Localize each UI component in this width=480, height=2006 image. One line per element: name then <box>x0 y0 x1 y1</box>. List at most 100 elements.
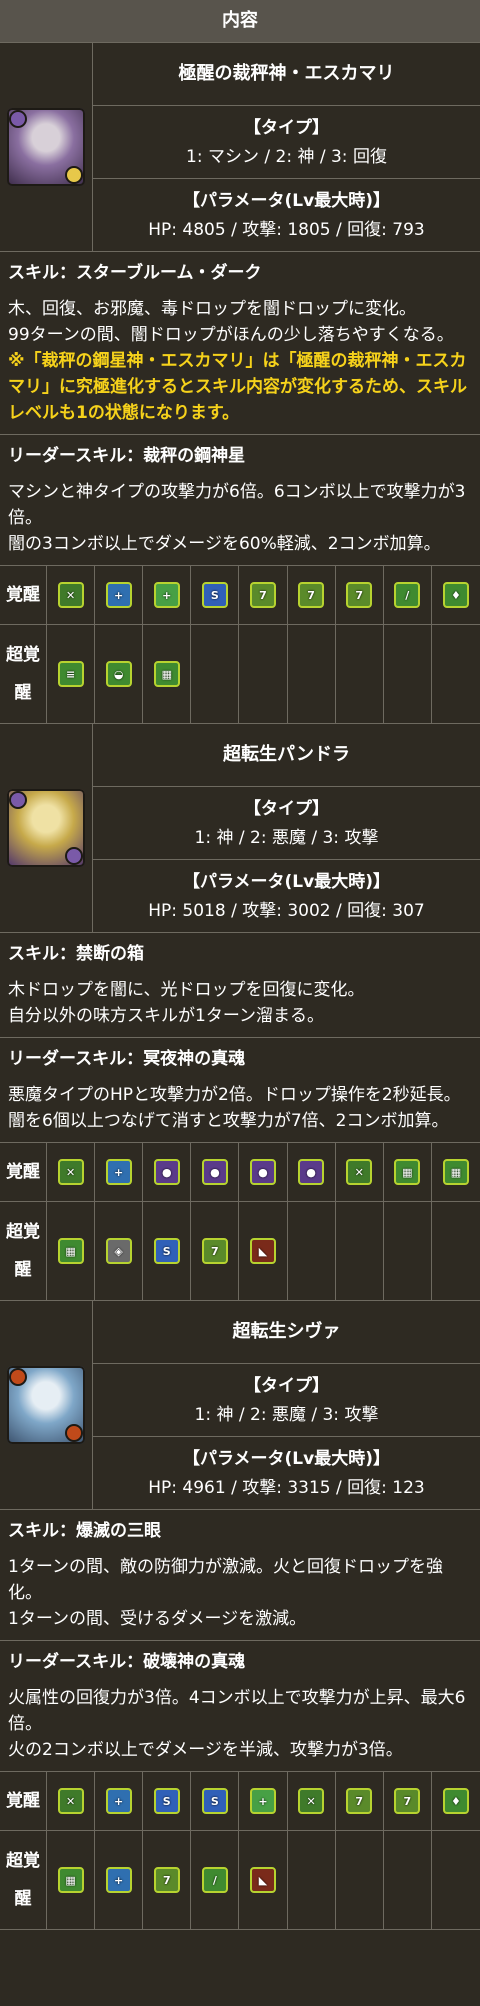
wand-glyph: / <box>212 1873 217 1887</box>
dark-row-icon[interactable]: ● <box>153 1159 180 1185</box>
awakening-slot: 7 <box>336 566 384 624</box>
cross-swords-icon[interactable]: ✕ <box>57 582 84 608</box>
scroll-glyph: ≡ <box>65 667 76 681</box>
dark-row-glyph: ● <box>258 1165 268 1179</box>
awakening-slot: S <box>191 566 240 624</box>
bind-resist-icon[interactable]: S <box>153 1788 180 1814</box>
jammer-grid-icon[interactable]: ▦ <box>394 1159 421 1185</box>
cross-swords-icon[interactable]: ✕ <box>298 1788 325 1814</box>
skill-text: 1ターンの間、受けるダメージを激減。 <box>8 1609 307 1629</box>
dark-row-icon[interactable]: ● <box>201 1159 228 1185</box>
dark-block-icon[interactable]: ◣ <box>249 1238 276 1264</box>
leader-skill-text: 火の2コンボ以上でダメージを半減、攻撃力が3倍。 <box>8 1740 403 1760</box>
dark-block-icon[interactable]: ◣ <box>249 1867 276 1893</box>
jammer-grid-icon[interactable]: ▦ <box>442 1159 469 1185</box>
awakening-slot: 7 <box>191 1202 240 1300</box>
super-awakening-row: 超覚醒 ▦ +7 / ◣ <box>0 1831 480 1930</box>
bind-resist-icon[interactable]: S <box>153 1238 180 1264</box>
jammer-grid-icon[interactable]: ▦ <box>153 661 180 687</box>
wand-icon[interactable]: / <box>201 1867 228 1893</box>
shield-icon[interactable]: ◈ <box>105 1238 132 1264</box>
seven-combo-icon[interactable]: 7 <box>394 1788 421 1814</box>
empty-slot <box>336 625 384 723</box>
attribute-badge-icon <box>9 1368 27 1386</box>
awakening-slot: ▦ <box>384 1143 432 1201</box>
awakening-slot: 7 <box>336 1772 384 1830</box>
character-portrait[interactable] <box>7 1366 85 1444</box>
character-portrait[interactable] <box>7 789 85 867</box>
plus-drop-icon[interactable]: + <box>105 1788 132 1814</box>
cross-swords-glyph: ✕ <box>354 1165 364 1179</box>
awakening-slot: ✕ <box>47 566 96 624</box>
awakening-slot: ◣ <box>239 1202 288 1300</box>
character-portrait[interactable] <box>7 108 85 186</box>
dark-row-icon[interactable]: ● <box>298 1159 325 1185</box>
type-label: 【タイプ】 <box>244 1376 329 1396</box>
awakening-slot: + <box>95 566 144 624</box>
cross-swords-icon[interactable]: ✕ <box>346 1159 373 1185</box>
awakening-slot: ✕ <box>288 1772 336 1830</box>
awakening-slot: ♦ <box>432 1772 480 1830</box>
drop-enhance-icon[interactable]: + <box>249 1788 276 1814</box>
seven-combo-icon[interactable]: 7 <box>298 582 325 608</box>
sub-attribute-badge-icon <box>65 166 83 184</box>
scroll-icon[interactable]: ≡ <box>57 661 84 687</box>
seven-combo-glyph: 7 <box>162 1873 171 1887</box>
seven-combo-icon[interactable]: 7 <box>346 1788 373 1814</box>
jammer-grid-icon[interactable]: ▦ <box>57 1238 84 1264</box>
awakening-slot: ✕ <box>336 1143 384 1201</box>
param-row: 【パラメータ(Lv最大時)】 HP: 4961 / 攻撃: 3315 / 回復: … <box>93 1437 480 1509</box>
seven-combo-icon[interactable]: 7 <box>201 1238 228 1264</box>
empty-slot <box>384 1202 432 1300</box>
gem-wand-icon[interactable]: ♦ <box>442 1788 469 1814</box>
param-row: 【パラメータ(Lv最大時)】 HP: 4805 / 攻撃: 1805 / 回復: … <box>93 179 480 251</box>
cross-swords-icon[interactable]: ✕ <box>57 1788 84 1814</box>
dark-row-icon[interactable]: ● <box>249 1159 276 1185</box>
super-awakening-label-line2: 醒 <box>14 683 32 703</box>
portrait-cell <box>0 1301 93 1509</box>
bind-resist-glyph: S <box>210 1794 219 1808</box>
seven-combo-icon[interactable]: 7 <box>249 582 276 608</box>
awakening-icons: ✕ + + S 7 7 7 / ♦ <box>47 566 480 624</box>
bind-resist-glyph: S <box>162 1794 171 1808</box>
leader-skill-section: リーダースキル：冥夜神の真魂 悪魔タイプのHPと攻撃力が2倍。ドロップ操作を2秒延… <box>0 1038 480 1143</box>
type-value: 1: マシン / 2: 神 / 3: 回復 <box>186 147 387 167</box>
empty-slot <box>432 1831 480 1929</box>
bowl-icon[interactable]: ◒ <box>105 661 132 687</box>
super-awakening-label: 超覚醒 <box>0 625 47 723</box>
content-table: 内容 極醒の裁秤神・エスカマリ 【タイプ】 1: マシン / 2: 神 / 3: 回… <box>0 0 480 1930</box>
awakening-slot: S <box>143 1202 192 1300</box>
seven-combo-icon[interactable]: 7 <box>153 1867 180 1893</box>
skill-title: スキル：スターブルーム・ダーク <box>8 263 262 283</box>
jammer-grid-icon[interactable]: ▦ <box>57 1867 84 1893</box>
awakening-slot: 7 <box>143 1831 192 1929</box>
plus-drop-icon[interactable]: + <box>105 582 132 608</box>
attribute-badge-icon <box>9 110 27 128</box>
empty-slot <box>288 625 336 723</box>
bowl-glyph: ◒ <box>113 667 124 681</box>
drop-enhance-glyph: + <box>258 1794 268 1808</box>
plus-drop-icon[interactable]: + <box>105 1159 132 1185</box>
awakening-slot: ▦ <box>47 1831 96 1929</box>
leader-skill-title: リーダースキル：破壊神の真魂 <box>8 1652 246 1672</box>
type-label: 【タイプ】 <box>244 799 329 819</box>
leader-skill-section: リーダースキル：裁秤の鋼神星 マシンと神タイプの攻撃力が6倍。6コンボ以上で攻撃力… <box>0 435 480 566</box>
plus-drop-glyph: + <box>114 1165 124 1179</box>
type-row: 【タイプ】 1: 神 / 2: 悪魔 / 3: 攻撃 <box>93 1364 480 1437</box>
awakening-slot: ◈ <box>95 1202 144 1300</box>
super-awakening-row: 超覚醒 ▦ ◈ S 7 ◣ <box>0 1202 480 1301</box>
bind-resist-icon[interactable]: S <box>201 1788 228 1814</box>
skill-text: 木、回復、お邪魔、毒ドロップを闇ドロップに変化。 <box>8 299 416 319</box>
seven-combo-icon[interactable]: 7 <box>346 582 373 608</box>
drop-enhance-icon[interactable]: + <box>153 582 180 608</box>
leader-skill-title: リーダースキル：冥夜神の真魂 <box>8 1049 246 1069</box>
awakening-slot: ◒ <box>95 625 144 723</box>
wand-icon[interactable]: / <box>394 582 421 608</box>
plus-drop-icon[interactable]: + <box>105 1867 132 1893</box>
bind-resist-icon[interactable]: S <box>201 582 228 608</box>
gem-wand-icon[interactable]: ♦ <box>442 582 469 608</box>
dark-block-glyph: ◣ <box>258 1873 268 1887</box>
awakening-slot: ✕ <box>47 1143 96 1201</box>
type-value: 1: 神 / 2: 悪魔 / 3: 攻撃 <box>194 1405 379 1425</box>
cross-swords-icon[interactable]: ✕ <box>57 1159 84 1185</box>
